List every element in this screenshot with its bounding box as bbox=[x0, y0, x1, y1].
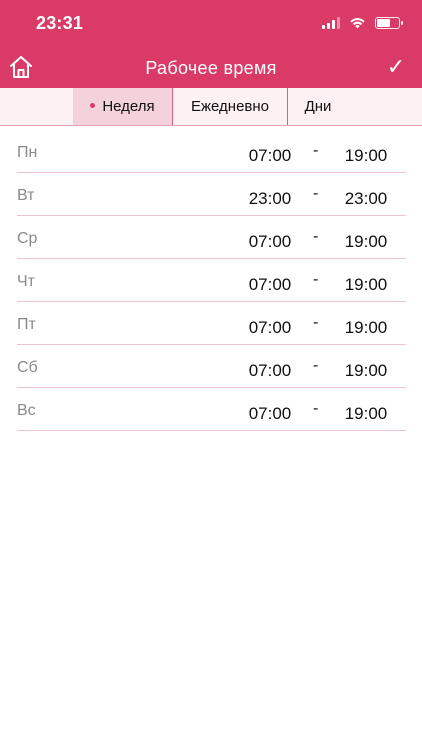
schedule-row-sat: Сб 07:00 - 19:00 bbox=[17, 345, 406, 388]
status-time: 23:31 bbox=[36, 13, 84, 33]
tab-week[interactable]: Неделя bbox=[73, 88, 172, 125]
checkmark-icon: ✓ bbox=[386, 54, 406, 79]
day-label: Вт bbox=[17, 187, 35, 204]
time-separator: - bbox=[313, 185, 319, 202]
schedule-list: Пн 07:00 - 19:00 Вт 23:00 - 23:00 Ср 07:… bbox=[17, 130, 406, 431]
day-label: Пн bbox=[17, 144, 38, 161]
tab-days[interactable]: Дни bbox=[288, 88, 348, 125]
status-bar: 23:31 bbox=[0, 0, 422, 44]
start-time[interactable]: 07:00 bbox=[240, 318, 300, 338]
page-title: Рабочее время bbox=[145, 58, 277, 78]
start-time[interactable]: 07:00 bbox=[240, 146, 300, 166]
time-separator: - bbox=[313, 314, 319, 331]
end-time[interactable]: 19:00 bbox=[336, 404, 396, 424]
tab-bar: Неделя Ежедневно Дни bbox=[0, 88, 422, 126]
end-time[interactable]: 23:00 bbox=[336, 189, 396, 209]
signal-icon bbox=[322, 17, 340, 29]
schedule-row-sun: Вс 07:00 - 19:00 bbox=[17, 388, 406, 431]
wifi-icon bbox=[350, 18, 365, 29]
day-label: Пт bbox=[17, 316, 36, 333]
schedule-row-fri: Пт 07:00 - 19:00 bbox=[17, 302, 406, 345]
battery-icon bbox=[375, 17, 403, 29]
schedule-row-wed: Ср 07:00 - 19:00 bbox=[17, 216, 406, 259]
end-time[interactable]: 19:00 bbox=[336, 232, 396, 252]
end-time[interactable]: 19:00 bbox=[336, 318, 396, 338]
app-header: 23:31 Рабочее время ✓ bbox=[0, 0, 422, 88]
start-time[interactable]: 07:00 bbox=[240, 361, 300, 381]
confirm-button[interactable]: ✓ bbox=[384, 54, 408, 80]
schedule-row-mon: Пн 07:00 - 19:00 bbox=[17, 130, 406, 173]
status-icons bbox=[322, 15, 403, 31]
time-separator: - bbox=[313, 357, 319, 374]
tab-week-label: Неделя bbox=[102, 98, 155, 115]
tab-daily[interactable]: Ежедневно bbox=[173, 88, 287, 125]
end-time[interactable]: 19:00 bbox=[336, 146, 396, 166]
nav-bar: Рабочее время ✓ bbox=[0, 44, 422, 88]
schedule-row-tue: Вт 23:00 - 23:00 bbox=[17, 173, 406, 216]
start-time[interactable]: 23:00 bbox=[240, 189, 300, 209]
start-time[interactable]: 07:00 bbox=[240, 404, 300, 424]
start-time[interactable]: 07:00 bbox=[240, 232, 300, 252]
day-label: Чт bbox=[17, 273, 35, 290]
tab-days-label: Дни bbox=[304, 98, 332, 115]
time-separator: - bbox=[313, 271, 319, 288]
end-time[interactable]: 19:00 bbox=[336, 275, 396, 295]
time-separator: - bbox=[313, 400, 319, 417]
time-separator: - bbox=[313, 228, 319, 245]
day-label: Ср bbox=[17, 230, 38, 247]
day-label: Сб bbox=[17, 359, 38, 376]
end-time[interactable]: 19:00 bbox=[336, 361, 396, 381]
tab-daily-label: Ежедневно bbox=[190, 98, 270, 115]
selected-dot-icon bbox=[90, 102, 96, 108]
schedule-row-thu: Чт 07:00 - 19:00 bbox=[17, 259, 406, 302]
day-label: Вс bbox=[17, 402, 36, 419]
start-time[interactable]: 07:00 bbox=[240, 275, 300, 295]
time-separator: - bbox=[313, 142, 319, 159]
